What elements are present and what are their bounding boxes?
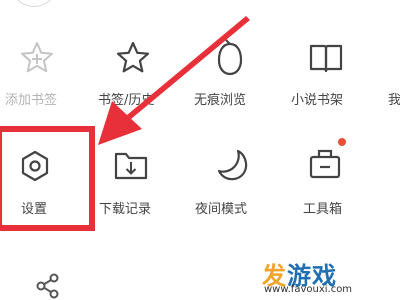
watermark-url: www.favouxi.com [264, 284, 353, 295]
watermark: 发游戏 www.favouxi.com [262, 254, 400, 300]
